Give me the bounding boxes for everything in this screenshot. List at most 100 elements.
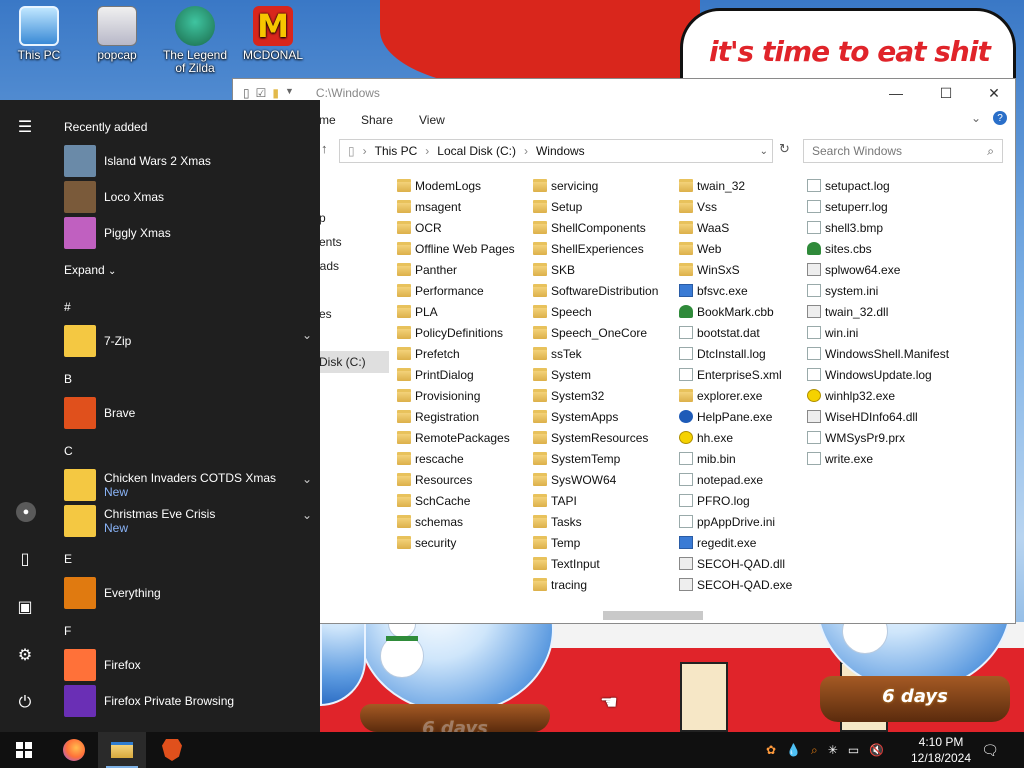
file-item[interactable]: PFRO.log: [679, 490, 792, 511]
file-item[interactable]: notepad.exe: [679, 469, 792, 490]
file-item[interactable]: WiseHDInfo64.dll: [807, 406, 949, 427]
file-item[interactable]: PolicyDefinitions: [397, 322, 515, 343]
start-app-item[interactable]: Loco Xmas: [64, 180, 312, 214]
file-item[interactable]: TextInput: [533, 553, 658, 574]
file-item[interactable]: PrintDialog: [397, 364, 515, 385]
file-item[interactable]: WaaS: [679, 217, 792, 238]
section-letter[interactable]: C: [64, 444, 73, 458]
start-app-item[interactable]: Christmas Eve Crisis New ⌄: [64, 504, 312, 538]
desktop-icon-legend-of-zilda[interactable]: The Legend of Zilda: [158, 6, 232, 75]
file-item[interactable]: Resources: [397, 469, 515, 490]
documents-icon[interactable]: ▯: [14, 548, 36, 570]
water-drop-tray-icon[interactable]: 💧: [786, 743, 801, 757]
brightness-tray-icon[interactable]: ✳: [828, 743, 838, 757]
file-item[interactable]: Registration: [397, 406, 515, 427]
breadcrumb-this-pc[interactable]: This PC: [375, 144, 418, 158]
file-item[interactable]: ShellComponents: [533, 217, 658, 238]
chevron-down-icon[interactable]: ⌄: [302, 508, 312, 522]
refresh-icon[interactable]: ↻: [779, 141, 790, 157]
taskbar-brave[interactable]: [148, 732, 196, 768]
file-item[interactable]: EnterpriseS.xml: [679, 364, 792, 385]
desktop-icon-popcap[interactable]: popcap: [80, 6, 154, 62]
file-item[interactable]: servicing: [533, 175, 658, 196]
nav-item-local-disk[interactable]: Disk (C:): [319, 351, 389, 373]
taskbar-file-explorer[interactable]: [98, 732, 146, 768]
file-item[interactable]: winhlp32.exe: [807, 385, 949, 406]
file-item[interactable]: system.ini: [807, 280, 949, 301]
file-item[interactable]: SECOH-QAD.exe: [679, 574, 792, 595]
up-arrow-icon[interactable]: ↑: [321, 141, 328, 156]
file-item[interactable]: rescache: [397, 448, 515, 469]
file-item[interactable]: BookMark.cbb: [679, 301, 792, 322]
notifications-button[interactable]: 🗨: [968, 732, 1012, 768]
file-item[interactable]: bootstat.dat: [679, 322, 792, 343]
help-icon[interactable]: ?: [993, 111, 1007, 125]
file-item[interactable]: Provisioning: [397, 385, 515, 406]
hamburger-menu-icon[interactable]: ☰: [14, 116, 36, 138]
section-letter[interactable]: E: [64, 552, 72, 566]
file-item[interactable]: ShellExperiences: [533, 238, 658, 259]
section-letter[interactable]: F: [64, 624, 71, 638]
properties-icon[interactable]: ▯: [243, 86, 250, 100]
file-item[interactable]: schemas: [397, 511, 515, 532]
file-item[interactable]: System32: [533, 385, 658, 406]
maximize-button[interactable]: ☐: [923, 79, 969, 107]
file-item[interactable]: ssTek: [533, 343, 658, 364]
file-item[interactable]: RemotePackages: [397, 427, 515, 448]
file-item[interactable]: Vss: [679, 196, 792, 217]
file-item[interactable]: splwow64.exe: [807, 259, 949, 280]
volume-muted-tray-icon[interactable]: 🔇: [869, 743, 884, 757]
address-bar[interactable]: ▯ › This PC › Local Disk (C:) › Windows …: [339, 139, 773, 163]
desktop-icon-this-pc[interactable]: This PC: [2, 6, 76, 62]
file-item[interactable]: SoftwareDistribution: [533, 280, 658, 301]
taskbar-firefox[interactable]: [50, 732, 98, 768]
taskbar-clock[interactable]: 4:10 PM 12/18/2024: [908, 734, 974, 766]
file-item[interactable]: SystemTemp: [533, 448, 658, 469]
file-item[interactable]: System: [533, 364, 658, 385]
file-item[interactable]: Performance: [397, 280, 515, 301]
file-item[interactable]: HelpPane.exe: [679, 406, 792, 427]
file-item[interactable]: ppAppDrive.ini: [679, 511, 792, 532]
quick-access-dropdown-icon[interactable]: ▼: [285, 86, 294, 100]
checklist-icon[interactable]: ☑: [256, 86, 267, 100]
section-letter[interactable]: B: [64, 372, 72, 386]
minimize-button[interactable]: —: [873, 79, 919, 107]
colorful-app-tray-icon[interactable]: ✿: [766, 743, 776, 757]
file-item[interactable]: SKB: [533, 259, 658, 280]
file-item[interactable]: write.exe: [807, 448, 949, 469]
file-item[interactable]: twain_32: [679, 175, 792, 196]
chevron-down-icon[interactable]: ⌄: [302, 472, 312, 486]
file-item[interactable]: Web: [679, 238, 792, 259]
file-item[interactable]: security: [397, 532, 515, 553]
breadcrumb-local-disk[interactable]: Local Disk (C:): [437, 144, 516, 158]
file-item[interactable]: regedit.exe: [679, 532, 792, 553]
file-item[interactable]: Panther: [397, 259, 515, 280]
file-item[interactable]: SysWOW64: [533, 469, 658, 490]
start-button[interactable]: [0, 732, 48, 768]
start-app-item[interactable]: Everything: [64, 576, 312, 610]
file-item[interactable]: DtcInstall.log: [679, 343, 792, 364]
file-item[interactable]: SECOH-QAD.dll: [679, 553, 792, 574]
start-app-item[interactable]: Firefox Private Browsing: [64, 684, 312, 718]
file-item[interactable]: SystemApps: [533, 406, 658, 427]
section-letter[interactable]: #: [64, 300, 71, 314]
file-item[interactable]: WMSysPr9.prx: [807, 427, 949, 448]
close-button[interactable]: ✕: [971, 79, 1017, 107]
file-item[interactable]: Offline Web Pages: [397, 238, 515, 259]
file-item[interactable]: tracing: [533, 574, 658, 595]
file-item[interactable]: ModemLogs: [397, 175, 515, 196]
file-item[interactable]: win.ini: [807, 322, 949, 343]
file-item[interactable]: Prefetch: [397, 343, 515, 364]
expand-ribbon-icon[interactable]: ⌄: [971, 111, 981, 125]
file-item[interactable]: PLA: [397, 301, 515, 322]
file-item[interactable]: Tasks: [533, 511, 658, 532]
user-avatar-icon[interactable]: ●: [16, 502, 36, 522]
chevron-down-icon[interactable]: ⌄: [302, 328, 312, 342]
start-app-item[interactable]: Piggly Xmas: [64, 216, 312, 250]
search-everything-tray-icon[interactable]: ⌕: [811, 743, 818, 758]
file-item[interactable]: mib.bin: [679, 448, 792, 469]
file-item[interactable]: SchCache: [397, 490, 515, 511]
start-app-item[interactable]: Island Wars 2 Xmas: [64, 144, 312, 178]
file-item[interactable]: sites.cbs: [807, 238, 949, 259]
file-item[interactable]: twain_32.dll: [807, 301, 949, 322]
